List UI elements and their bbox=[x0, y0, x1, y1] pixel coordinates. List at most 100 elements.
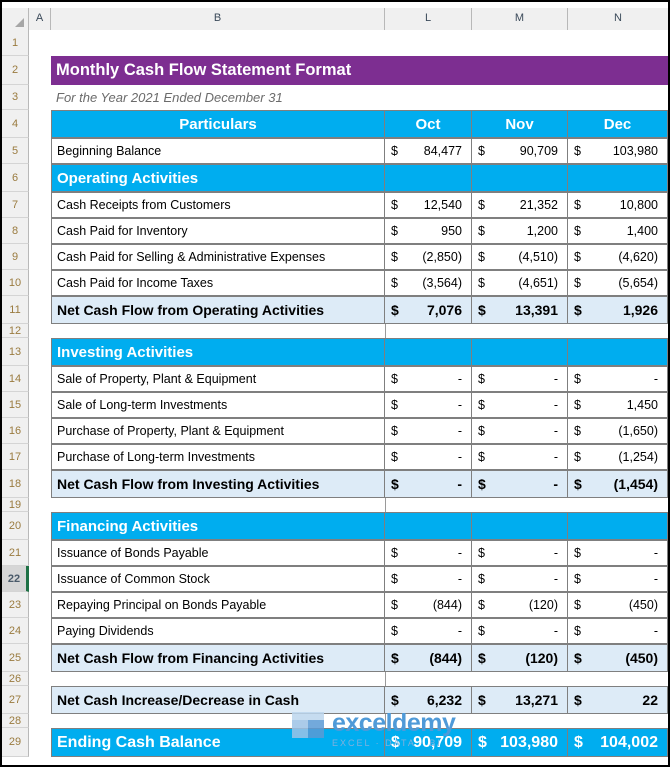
investing-item-1-value-nov[interactable]: $ - bbox=[472, 392, 568, 418]
investing-item-0-value-oct[interactable]: $ - bbox=[385, 366, 472, 392]
operating-total-label[interactable]: Net Cash Flow from Operating Activities bbox=[51, 296, 385, 324]
financing-item-1-value-nov[interactable]: $ - bbox=[472, 566, 568, 592]
empty-cell[interactable] bbox=[472, 85, 568, 110]
operating-item-1-label[interactable]: Cash Paid for Inventory bbox=[51, 218, 385, 244]
financing-item-0-value-nov[interactable]: $ - bbox=[472, 540, 568, 566]
column-a-cell[interactable] bbox=[29, 714, 51, 728]
section-band-cell[interactable] bbox=[385, 164, 472, 192]
financing-item-0-value-oct[interactable]: $ - bbox=[385, 540, 472, 566]
column-a-cell[interactable] bbox=[29, 296, 51, 324]
column-a-cell[interactable] bbox=[29, 540, 51, 566]
investing-item-1-label[interactable]: Sale of Long-term Investments bbox=[51, 392, 385, 418]
row-header-22[interactable]: 22 bbox=[2, 566, 29, 592]
spacer-cell[interactable] bbox=[385, 498, 472, 512]
operating-item-3-value-dec[interactable]: $ (5,654) bbox=[568, 270, 668, 296]
operating-activities-section[interactable]: Operating Activities bbox=[51, 164, 385, 192]
column-a-cell[interactable] bbox=[29, 164, 51, 192]
operating-item-0-label[interactable]: Cash Receipts from Customers bbox=[51, 192, 385, 218]
financing-item-0-label[interactable]: Issuance of Bonds Payable bbox=[51, 540, 385, 566]
column-a-cell[interactable] bbox=[29, 244, 51, 270]
title-band-cell[interactable] bbox=[568, 56, 668, 85]
investing-item-0-label[interactable]: Sale of Property, Plant & Equipment bbox=[51, 366, 385, 392]
row-header-27[interactable]: 27 bbox=[2, 686, 29, 714]
column-a-cell[interactable] bbox=[29, 592, 51, 618]
particulars-header[interactable]: Particulars bbox=[51, 110, 385, 138]
operating-item-0-value-oct[interactable]: $12,540 bbox=[385, 192, 472, 218]
beginning-balance-value-nov[interactable]: $90,709 bbox=[472, 138, 568, 164]
column-a-cell[interactable] bbox=[29, 30, 51, 56]
financing-item-0-value-dec[interactable]: $ - bbox=[568, 540, 668, 566]
section-band-cell[interactable] bbox=[472, 512, 568, 540]
investing-item-3-label[interactable]: Purchase of Long-term Investments bbox=[51, 444, 385, 470]
section-band-cell[interactable] bbox=[385, 512, 472, 540]
spacer-cell[interactable] bbox=[472, 324, 568, 338]
spacer-cell[interactable] bbox=[51, 498, 385, 512]
investing-item-0-value-nov[interactable]: $ - bbox=[472, 366, 568, 392]
column-header-a[interactable]: A bbox=[29, 8, 51, 30]
empty-cell[interactable] bbox=[472, 30, 568, 56]
financing-item-3-value-dec[interactable]: $ - bbox=[568, 618, 668, 644]
investing-item-2-value-oct[interactable]: $ - bbox=[385, 418, 472, 444]
section-band-cell[interactable] bbox=[568, 338, 668, 366]
column-a-cell[interactable] bbox=[29, 644, 51, 672]
column-a-cell[interactable] bbox=[29, 138, 51, 164]
column-header-n[interactable]: N bbox=[568, 8, 668, 30]
column-a-cell[interactable] bbox=[29, 366, 51, 392]
spacer-cell[interactable] bbox=[51, 672, 385, 686]
section-band-cell[interactable] bbox=[472, 338, 568, 366]
operating-item-0-value-dec[interactable]: $10,800 bbox=[568, 192, 668, 218]
month-header-dec[interactable]: Dec bbox=[568, 110, 668, 138]
column-a-cell[interactable] bbox=[29, 192, 51, 218]
investing-item-1-value-dec[interactable]: $1,450 bbox=[568, 392, 668, 418]
ending-balance-value-dec[interactable]: $104,002 bbox=[568, 728, 668, 757]
financing-item-1-label[interactable]: Issuance of Common Stock bbox=[51, 566, 385, 592]
spacer-cell[interactable] bbox=[472, 672, 568, 686]
operating-item-2-value-dec[interactable]: $ (4,620) bbox=[568, 244, 668, 270]
row-header-17[interactable]: 17 bbox=[2, 444, 29, 470]
financing-item-2-value-nov[interactable]: $ (120) bbox=[472, 592, 568, 618]
section-band-cell[interactable] bbox=[568, 512, 668, 540]
empty-cell[interactable] bbox=[385, 85, 472, 110]
spacer-cell[interactable] bbox=[51, 714, 385, 728]
row-header-29[interactable]: 29 bbox=[2, 728, 29, 757]
financing-item-2-label[interactable]: Repaying Principal on Bonds Payable bbox=[51, 592, 385, 618]
financing-total-value-dec[interactable]: $ (450) bbox=[568, 644, 668, 672]
investing-item-3-value-nov[interactable]: $ - bbox=[472, 444, 568, 470]
investing-item-2-label[interactable]: Purchase of Property, Plant & Equipment bbox=[51, 418, 385, 444]
select-all-button[interactable] bbox=[2, 8, 29, 30]
financing-total-value-nov[interactable]: $ (120) bbox=[472, 644, 568, 672]
month-header-nov[interactable]: Nov bbox=[472, 110, 568, 138]
financing-item-1-value-oct[interactable]: $ - bbox=[385, 566, 472, 592]
column-a-cell[interactable] bbox=[29, 566, 51, 592]
row-header-5[interactable]: 5 bbox=[2, 138, 29, 164]
empty-cell[interactable] bbox=[568, 30, 668, 56]
column-a-cell[interactable] bbox=[29, 218, 51, 244]
financing-total-value-oct[interactable]: $ (844) bbox=[385, 644, 472, 672]
column-a-cell[interactable] bbox=[29, 56, 51, 85]
title-band-cell[interactable] bbox=[385, 56, 472, 85]
row-header-6[interactable]: 6 bbox=[2, 164, 29, 192]
column-header-b[interactable]: B bbox=[51, 8, 385, 30]
column-a-cell[interactable] bbox=[29, 418, 51, 444]
column-header-l[interactable]: L bbox=[385, 8, 472, 30]
empty-cell[interactable] bbox=[51, 30, 385, 56]
spacer-cell[interactable] bbox=[568, 714, 668, 728]
spacer-cell[interactable] bbox=[472, 498, 568, 512]
column-a-cell[interactable] bbox=[29, 110, 51, 138]
column-a-cell[interactable] bbox=[29, 324, 51, 338]
financing-total-label[interactable]: Net Cash Flow from Financing Activities bbox=[51, 644, 385, 672]
row-header-14[interactable]: 14 bbox=[2, 366, 29, 392]
investing-item-1-value-oct[interactable]: $ - bbox=[385, 392, 472, 418]
operating-item-3-label[interactable]: Cash Paid for Income Taxes bbox=[51, 270, 385, 296]
beginning-balance-value-oct[interactable]: $84,477 bbox=[385, 138, 472, 164]
column-a-cell[interactable] bbox=[29, 512, 51, 540]
column-a-cell[interactable] bbox=[29, 392, 51, 418]
operating-item-1-value-dec[interactable]: $1,400 bbox=[568, 218, 668, 244]
ending-balance-value-oct[interactable]: $90,709 bbox=[385, 728, 472, 757]
investing-total-value-dec[interactable]: $ (1,454) bbox=[568, 470, 668, 498]
net-change-in-cash-value-nov[interactable]: $13,271 bbox=[472, 686, 568, 714]
operating-item-2-value-nov[interactable]: $ (4,510) bbox=[472, 244, 568, 270]
operating-item-2-value-oct[interactable]: $ (2,850) bbox=[385, 244, 472, 270]
row-header-8[interactable]: 8 bbox=[2, 218, 29, 244]
column-a-cell[interactable] bbox=[29, 444, 51, 470]
